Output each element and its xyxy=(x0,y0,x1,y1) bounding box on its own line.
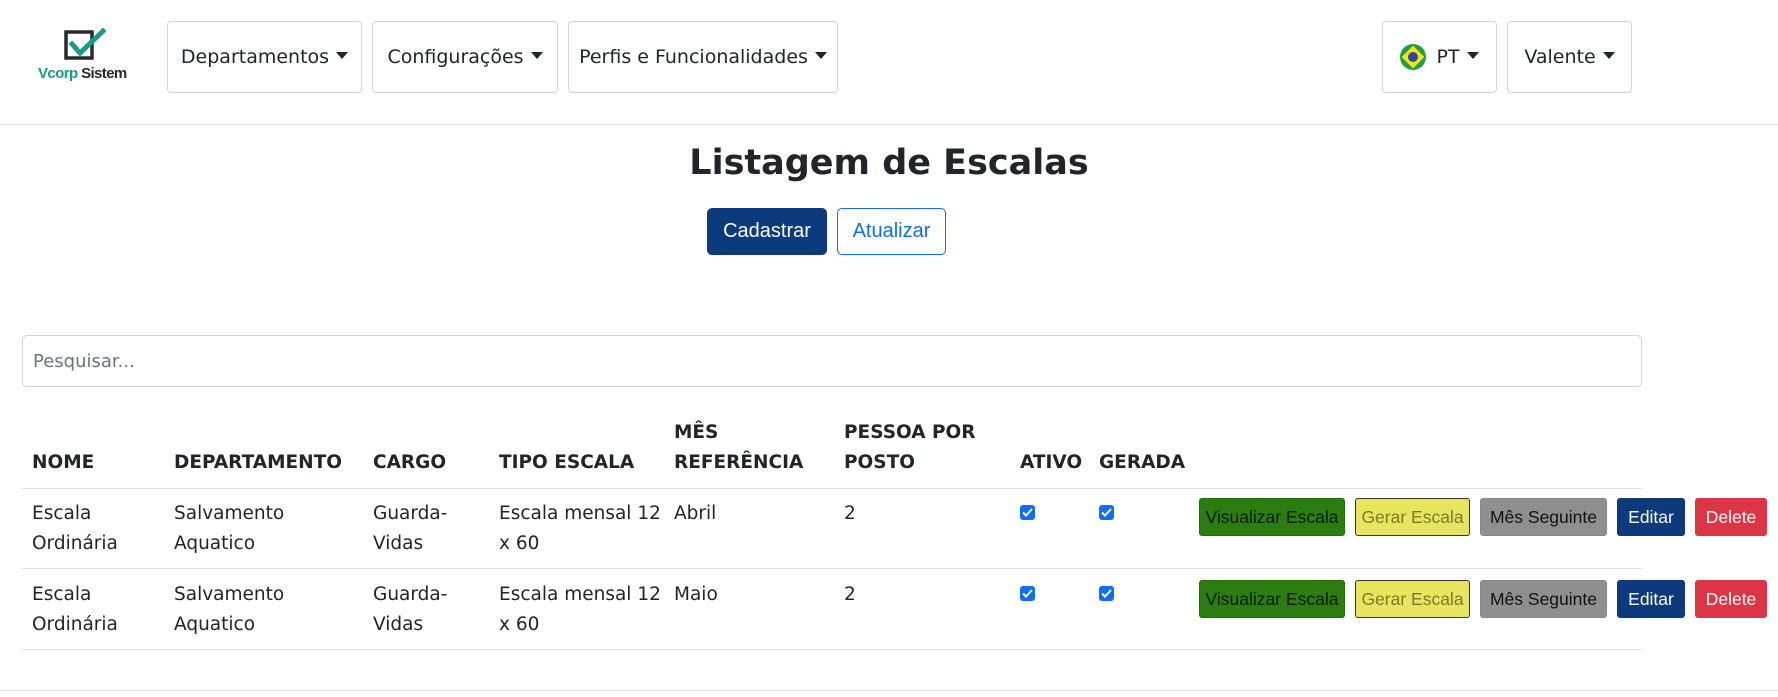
header-cargo: CARGO xyxy=(373,452,447,473)
header-pessoa-por-posto-line2: POSTO xyxy=(844,452,915,473)
header-gerada: GERADA xyxy=(1099,452,1186,473)
footer-divider xyxy=(0,690,1778,691)
cell-departamento: Salvamento Aquatico xyxy=(174,584,285,635)
edit-button[interactable]: Editar xyxy=(1617,580,1685,618)
caret-down-icon xyxy=(1602,51,1615,59)
cell-cargo: Guarda- Vidas xyxy=(373,503,448,554)
nav-menu-departamentos[interactable]: Departamentos xyxy=(167,21,362,93)
cell-pessoa-por-posto: 2 xyxy=(844,503,856,524)
header-tipo-escala: TIPO ESCALA xyxy=(499,452,635,473)
header-mes-referencia-line2: REFERÊNCIA xyxy=(674,452,804,473)
cell-nome: Escala Ordinária xyxy=(32,584,118,635)
generate-schedule-button[interactable]: Gerar Escala xyxy=(1355,580,1470,618)
brand-name: Vcorp Sistem xyxy=(38,65,127,82)
cell-nome: Escala Ordinária xyxy=(32,503,118,554)
nav-menu-label: Departamentos xyxy=(180,46,330,68)
cell-mes-referencia: Abril xyxy=(674,503,717,524)
edit-button[interactable]: Editar xyxy=(1617,498,1685,536)
gerada-checkbox[interactable] xyxy=(1099,586,1114,601)
header-ativo: ATIVO xyxy=(1020,452,1083,473)
nav-menu-label: Configurações xyxy=(387,46,524,68)
generate-schedule-button[interactable]: Gerar Escala xyxy=(1355,498,1470,536)
cell-tipo-escala: Escala mensal 12 x 60 xyxy=(499,584,661,635)
user-name: Valente xyxy=(1524,46,1596,68)
ativo-checkbox[interactable] xyxy=(1020,586,1035,601)
nav-menu-configuracoes[interactable]: Configurações xyxy=(372,21,558,93)
row-divider xyxy=(22,649,1642,650)
search-input[interactable] xyxy=(22,335,1642,387)
cell-mes-referencia: Maio xyxy=(674,584,718,605)
ativo-checkbox[interactable] xyxy=(1020,505,1035,520)
gerada-checkbox[interactable] xyxy=(1099,505,1114,520)
delete-button[interactable]: Delete xyxy=(1695,498,1767,536)
page-title: Listagem de Escalas xyxy=(689,143,1089,183)
header-mes-referencia-line1: MÊS xyxy=(674,422,719,443)
brand-logo[interactable]: Vcorp Sistem xyxy=(36,28,136,88)
header-divider xyxy=(22,488,1642,489)
caret-down-icon xyxy=(1466,51,1479,59)
view-schedule-button[interactable]: Visualizar Escala xyxy=(1199,580,1345,618)
nav-menu-perfis[interactable]: Perfis e Funcionalidades xyxy=(568,21,838,93)
cell-tipo-escala: Escala mensal 12 x 60 xyxy=(499,503,661,554)
header-nome: NOME xyxy=(32,452,95,473)
cell-departamento: Salvamento Aquatico xyxy=(174,503,285,554)
caret-down-icon xyxy=(530,51,543,59)
brazil-flag-icon xyxy=(1400,44,1427,70)
delete-button[interactable]: Delete xyxy=(1695,580,1767,618)
next-month-button[interactable]: Mês Seguinte xyxy=(1480,580,1607,618)
row-divider xyxy=(22,568,1642,569)
cell-cargo: Guarda- Vidas xyxy=(373,584,448,635)
view-schedule-button[interactable]: Visualizar Escala xyxy=(1199,498,1345,536)
language-label: PT xyxy=(1436,46,1460,68)
header-pessoa-por-posto-line1: PESSOA POR xyxy=(844,422,976,443)
top-navbar: Vcorp Sistem Departamentos Configurações… xyxy=(0,0,1778,125)
register-button[interactable]: Cadastrar xyxy=(707,208,827,255)
header-departamento: DEPARTAMENTO xyxy=(174,452,342,473)
checkbox-check-icon xyxy=(64,28,107,60)
user-menu[interactable]: Valente xyxy=(1507,21,1632,93)
next-month-button[interactable]: Mês Seguinte xyxy=(1480,498,1607,536)
language-selector[interactable]: PT xyxy=(1382,21,1497,93)
nav-menu-label: Perfis e Funcionalidades xyxy=(579,46,808,68)
cell-pessoa-por-posto: 2 xyxy=(844,584,856,605)
caret-down-icon xyxy=(336,51,349,59)
refresh-button[interactable]: Atualizar xyxy=(837,208,946,255)
caret-down-icon xyxy=(814,51,827,59)
